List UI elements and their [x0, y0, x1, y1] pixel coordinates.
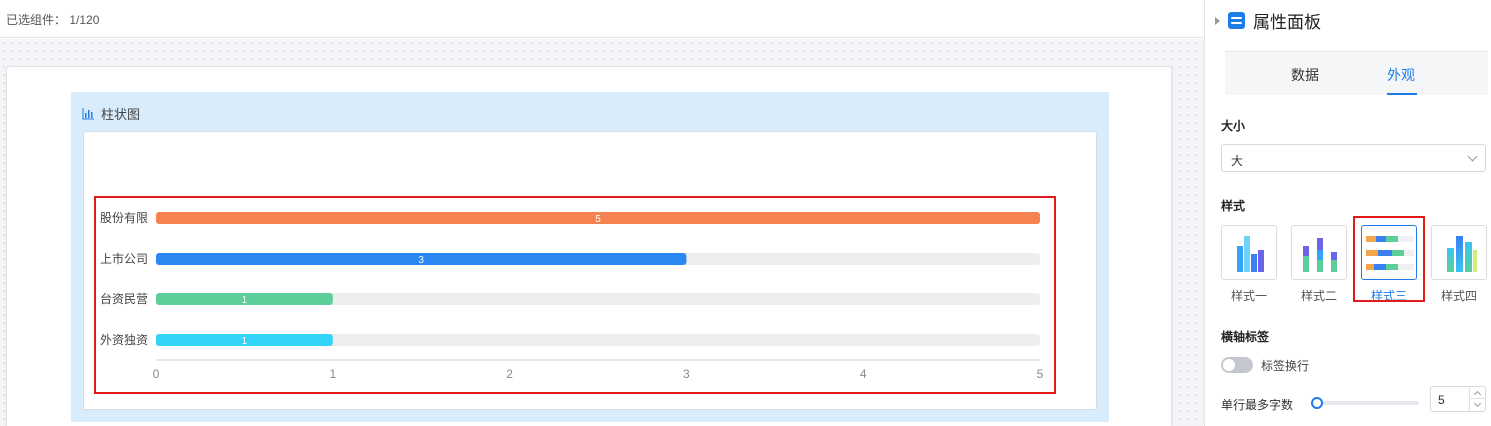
size-label: 大小 [1221, 119, 1246, 133]
style-option-1[interactable] [1221, 225, 1277, 280]
bar-chart-icon [82, 107, 94, 119]
max-chars-slider-thumb[interactable] [1311, 397, 1323, 409]
max-chars-value[interactable]: 5 [1438, 393, 1445, 407]
property-panel: 属性面板 数据 外观 大小 大 样式 样式一 样式二 样式三 样式四 横轴标签 … [1204, 0, 1491, 426]
widget-title: 柱状图 [82, 105, 141, 122]
max-chars-stepper[interactable]: 5 [1430, 386, 1486, 412]
style-selection-outline [1353, 216, 1425, 302]
axis-label-heading: 横轴标签 [1221, 330, 1270, 344]
style-option-1-label[interactable]: 样式一 [1221, 287, 1277, 304]
design-canvas[interactable]: 柱状图 股份有限 5 上市公司 3 台资民营 1 外资独资 1 0 1 2 3 4 5 [0, 39, 1204, 426]
max-chars-slider-track[interactable] [1317, 401, 1419, 405]
bar-chart-widget[interactable]: 柱状图 股份有限 5 上市公司 3 台资民营 1 外资独资 1 0 1 2 3 4 5 [71, 92, 1109, 422]
panel-header: 属性面板 [1215, 8, 1321, 33]
style-option-2[interactable] [1291, 225, 1347, 280]
chart-selection-outline [94, 196, 1056, 394]
selected-count-text: 已选组件： 1/120 [6, 13, 100, 27]
chart-card: 股份有限 5 上市公司 3 台资民营 1 外资独资 1 0 1 2 3 4 5 [83, 131, 1097, 410]
size-select-value: 大 [1231, 154, 1244, 168]
top-status-bar: 已选组件： 1/120 [0, 0, 1204, 38]
collapse-caret-icon[interactable] [1215, 16, 1220, 25]
label-wrap-text: 标签换行 [1261, 359, 1310, 373]
stacked-bar-style-icon [1303, 238, 1337, 272]
style-label: 样式 [1221, 199, 1246, 213]
decrement-arrow-icon[interactable] [1470, 399, 1485, 411]
size-select[interactable]: 大 [1221, 144, 1486, 172]
label-wrap-toggle[interactable] [1221, 357, 1253, 373]
tab-data[interactable]: 数据 [1291, 65, 1319, 85]
increment-arrow-icon[interactable] [1470, 387, 1485, 399]
style-option-4[interactable] [1431, 225, 1487, 280]
vertical-bar-style-icon [1237, 236, 1264, 272]
style-option-4-label[interactable]: 样式四 [1431, 287, 1487, 304]
max-chars-label: 单行最多字数 [1221, 398, 1294, 412]
stepper-arrows [1469, 387, 1485, 411]
active-tab-indicator [1387, 93, 1417, 95]
settings-sliders-icon [1228, 12, 1245, 29]
chevron-down-icon [1467, 151, 1478, 162]
panel-title: 属性面板 [1253, 13, 1321, 32]
page-container: 柱状图 股份有限 5 上市公司 3 台资民营 1 外资独资 1 0 1 2 3 4 5 [6, 66, 1172, 426]
widget-title-text: 柱状图 [101, 106, 141, 122]
tab-appearance[interactable]: 外观 [1387, 65, 1415, 85]
gradient-bar-style-icon [1447, 236, 1477, 272]
style-option-2-label[interactable]: 样式二 [1291, 287, 1347, 304]
panel-tabs: 数据 外观 [1225, 51, 1488, 95]
